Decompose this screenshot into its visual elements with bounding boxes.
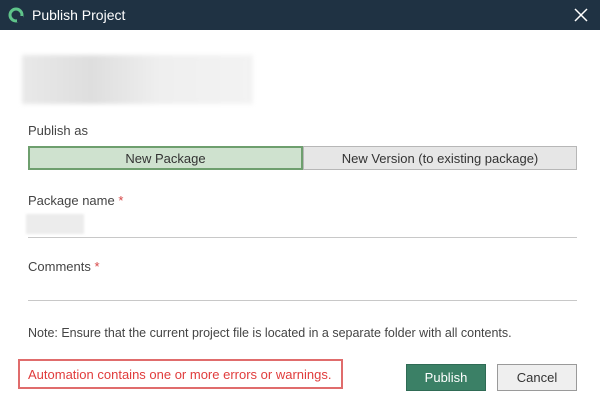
error-banner: Automation contains one or more errors o… <box>18 359 343 389</box>
publish-button[interactable]: Publish <box>406 364 486 391</box>
folder-note: Note: Ensure that the current project fi… <box>28 326 512 340</box>
package-name-input[interactable] <box>28 214 577 236</box>
required-marker: * <box>94 259 100 274</box>
cancel-button[interactable]: Cancel <box>497 364 577 391</box>
required-marker: * <box>118 193 124 208</box>
package-name-label: Package name * <box>28 193 123 208</box>
comments-label: Comments * <box>28 259 100 274</box>
close-icon <box>574 8 588 22</box>
comments-underline <box>28 300 577 301</box>
error-message: Automation contains one or more errors o… <box>28 366 332 382</box>
new-package-option[interactable]: New Package <box>28 146 303 170</box>
title-bar: Publish Project <box>0 0 600 30</box>
cancel-button-label: Cancel <box>516 370 558 385</box>
package-name-label-text: Package name <box>28 193 115 208</box>
comments-label-text: Comments <box>28 259 91 274</box>
blurred-project-header <box>22 55 253 104</box>
package-name-underline <box>28 237 577 238</box>
publish-as-label: Publish as <box>28 123 88 138</box>
new-version-option-label: New Version (to existing package) <box>341 150 539 166</box>
new-version-option[interactable]: New Version (to existing package) <box>303 146 577 170</box>
window-title: Publish Project <box>32 7 126 23</box>
comments-input[interactable] <box>28 277 577 299</box>
new-package-option-label: New Package <box>125 150 206 166</box>
publish-button-label: Publish <box>424 370 468 385</box>
app-logo-icon <box>8 7 24 23</box>
close-button[interactable] <box>566 0 596 30</box>
